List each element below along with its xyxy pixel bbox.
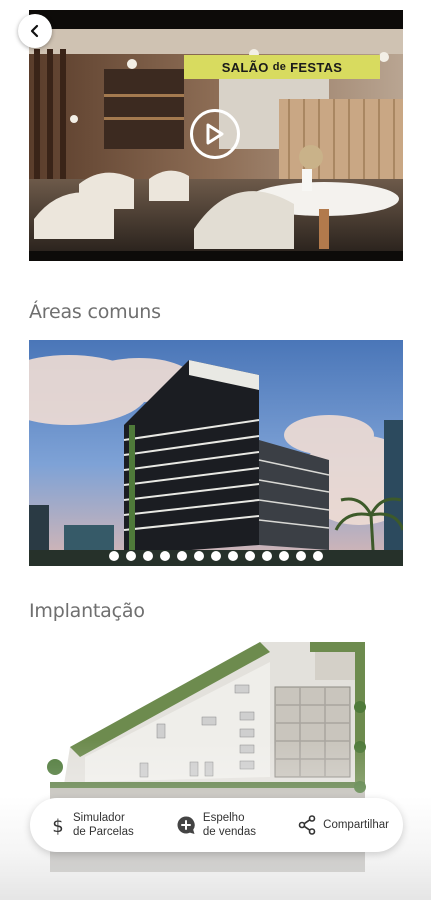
common-areas-gallery[interactable]: [29, 340, 403, 566]
gallery-dot[interactable]: [126, 551, 136, 561]
site-plan-drawing: [47, 642, 366, 872]
play-icon: [206, 123, 224, 145]
gallery-dot[interactable]: [228, 551, 238, 561]
mirror-label: Espelho de vendas: [203, 811, 256, 839]
tag-word-2: de: [272, 61, 287, 73]
gallery-dot[interactable]: [160, 551, 170, 561]
back-button[interactable]: [18, 14, 52, 48]
mirror-label-line1: Espelho: [202, 812, 245, 824]
chevron-left-icon: [30, 24, 39, 38]
gallery-dot[interactable]: [143, 551, 153, 561]
play-button[interactable]: [190, 109, 240, 159]
video-player[interactable]: SALÃO de FESTAS: [29, 10, 403, 261]
gallery-dot[interactable]: [262, 551, 272, 561]
gallery-dot[interactable]: [279, 551, 289, 561]
action-bar: $ Simulador de Parcelas Espelho de venda…: [30, 798, 403, 852]
simulator-label-line2: de Parcelas: [73, 826, 134, 838]
site-plan-image[interactable]: [30, 637, 404, 900]
gallery-dot[interactable]: [245, 551, 255, 561]
tag-word-1: SALÃO: [221, 59, 269, 75]
tag-word-3: FESTAS: [290, 59, 343, 75]
chat-plus-icon: [177, 816, 195, 834]
gallery-dot[interactable]: [296, 551, 306, 561]
gallery-dot[interactable]: [194, 551, 204, 561]
dollar-icon: $: [52, 816, 63, 836]
gallery-dot[interactable]: [313, 551, 323, 561]
simulator-label-line1: Simulador: [73, 812, 125, 824]
share-label: Compartilhar: [323, 819, 389, 831]
svg-text:$: $: [52, 816, 63, 836]
gallery-dot[interactable]: [211, 551, 221, 561]
gallery-dot[interactable]: [109, 551, 119, 561]
common-areas-title: Áreas comuns: [29, 301, 161, 323]
building-image: [29, 340, 403, 566]
mirror-label-line2: de vendas: [202, 826, 256, 838]
share-button[interactable]: Compartilhar: [298, 815, 389, 835]
gallery-dot[interactable]: [177, 551, 187, 561]
simulator-label: Simulador de Parcelas: [73, 811, 134, 839]
site-plan-title: Implantação: [29, 600, 145, 622]
installment-simulator-button[interactable]: $ Simulador de Parcelas: [50, 811, 134, 839]
share-icon: [298, 815, 316, 835]
gallery-pagination: [29, 551, 403, 561]
video-title-tag: SALÃO de FESTAS: [184, 55, 380, 79]
sales-mirror-button[interactable]: Espelho de vendas: [176, 811, 256, 839]
